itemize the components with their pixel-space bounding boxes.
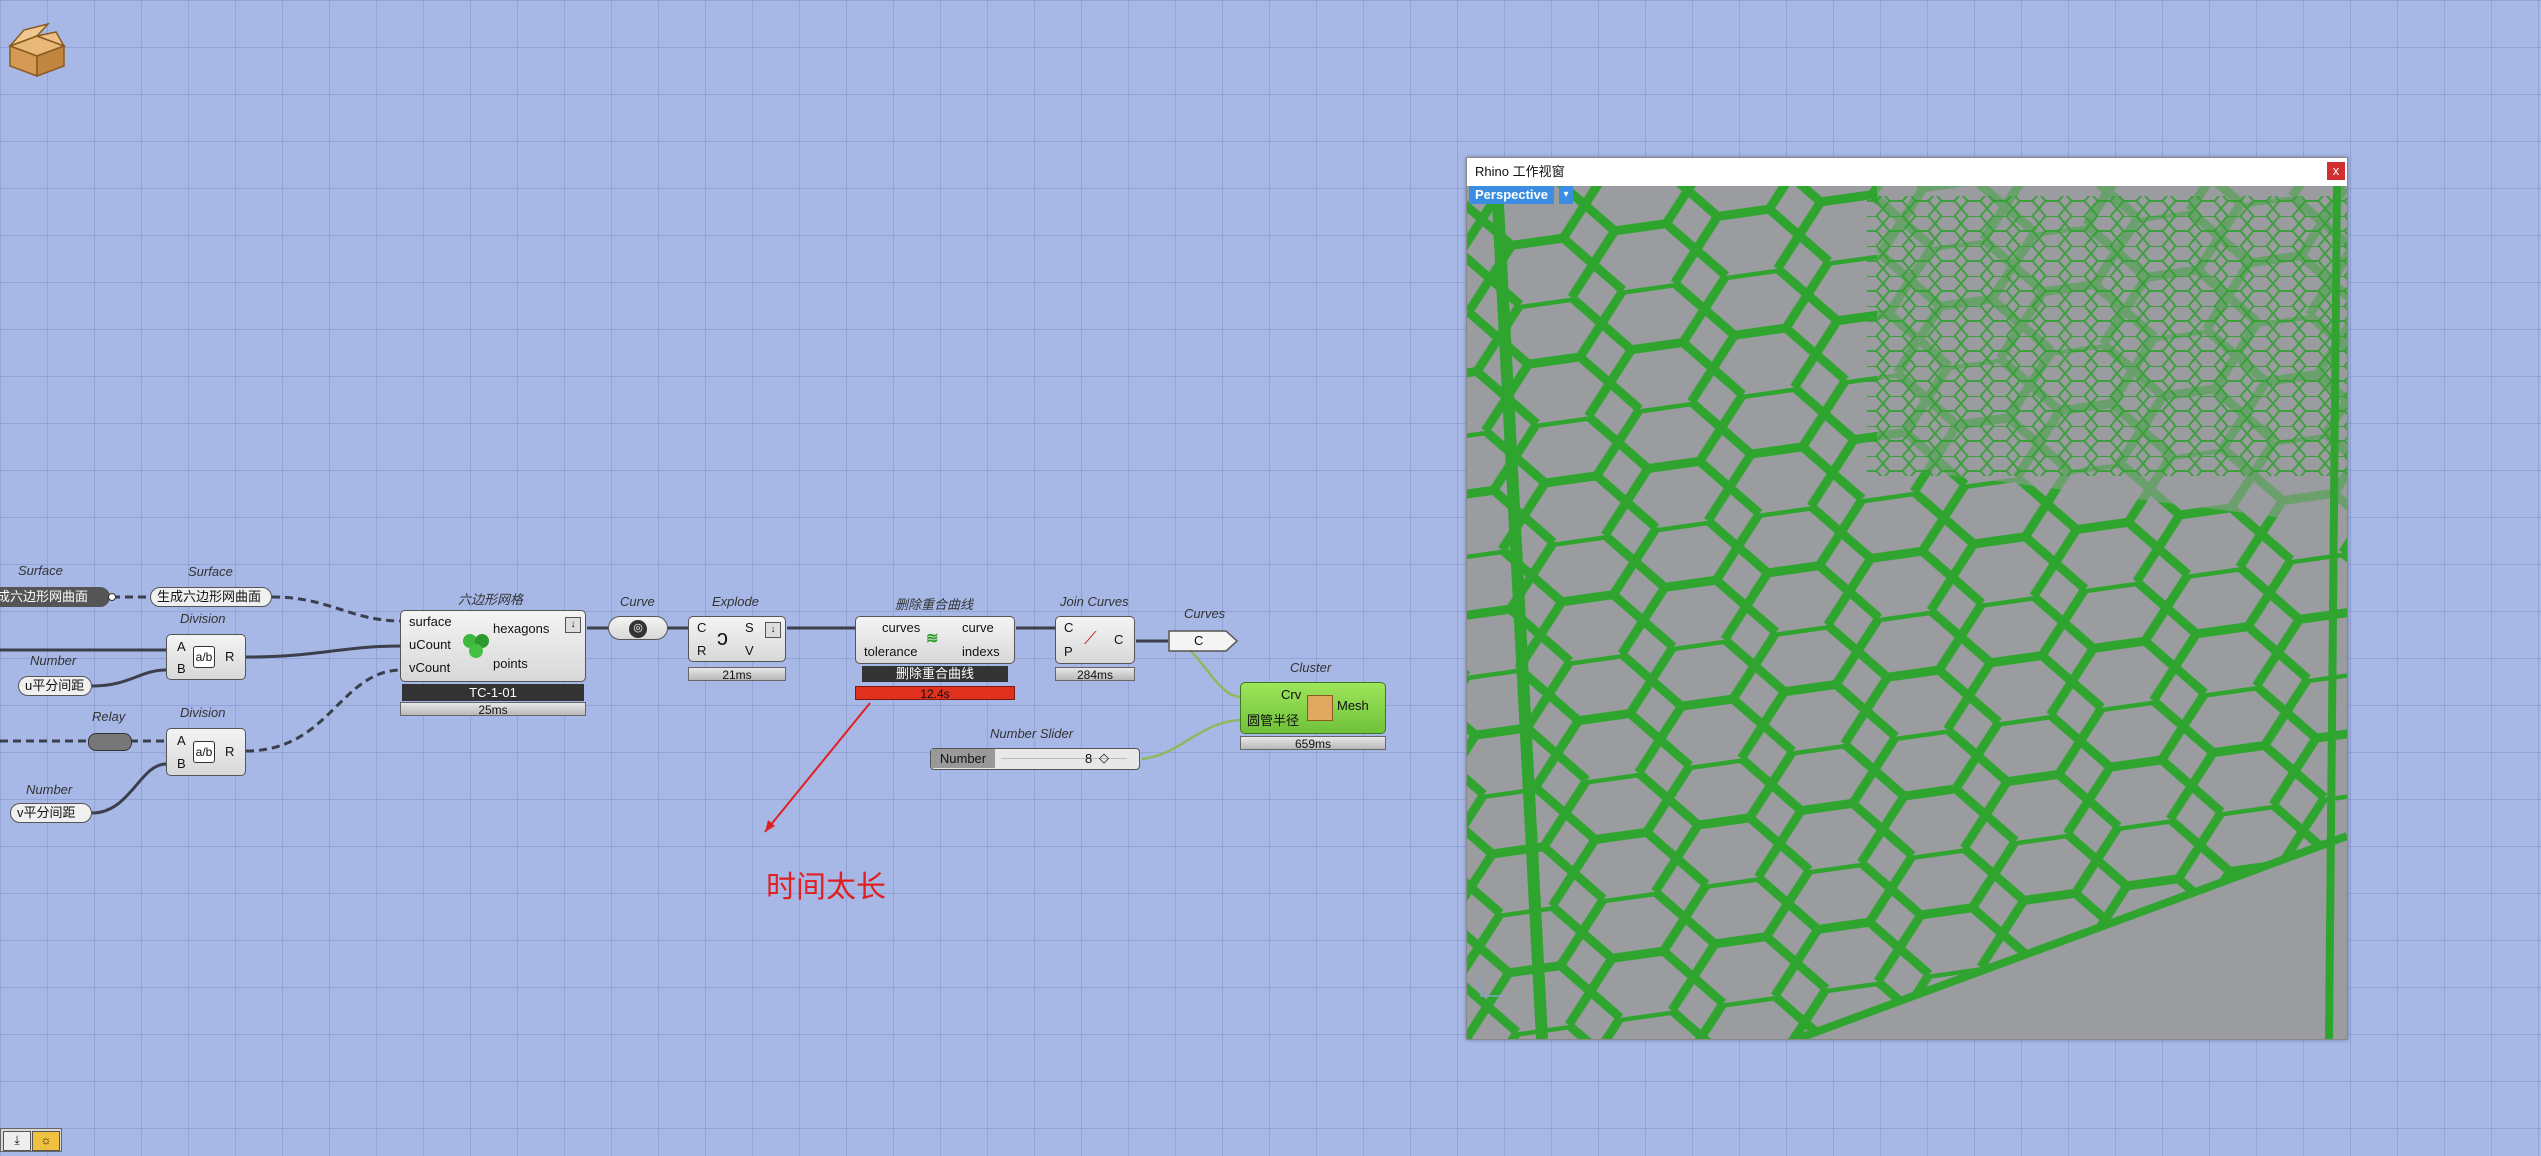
cardboard-box-icon[interactable]: [6, 22, 68, 78]
hexgrid-label: 六边形网格: [458, 592, 524, 607]
cardboard-box-icon: [1307, 695, 1333, 721]
hexgrid-input-surface[interactable]: surface: [409, 614, 452, 629]
division1-input-b[interactable]: B: [177, 661, 186, 676]
bottom-toolbar: ⤓ ☼: [0, 1128, 62, 1152]
divide-icon: a/b: [193, 741, 215, 763]
dedupe-input-tolerance[interactable]: tolerance: [864, 644, 917, 659]
relay-node[interactable]: [88, 733, 132, 751]
division2-component[interactable]: A B a/b R: [166, 728, 246, 776]
hexagon-mesh-render: [1467, 186, 2347, 1039]
explode-output-v[interactable]: V: [745, 643, 754, 658]
curves-param[interactable]: C: [1168, 630, 1239, 652]
chevron-down-icon[interactable]: ▾: [1559, 186, 1573, 204]
annotation-arrow: [764, 702, 871, 833]
division2-output-r[interactable]: R: [225, 744, 234, 759]
cluster-hex-icon: [461, 632, 491, 660]
curves-param-label: C: [1194, 633, 1204, 648]
expand-icon[interactable]: ↓: [565, 617, 581, 633]
hexgrid-tag: TC-1-01: [402, 684, 584, 701]
viewport-tab-perspective[interactable]: Perspective: [1469, 186, 1554, 204]
cluster-output-mesh[interactable]: Mesh: [1337, 698, 1369, 713]
wire-curves-to-cluster: [1187, 647, 1241, 699]
surface1-param[interactable]: 成六边形网曲面: [0, 587, 110, 607]
dedupe-icon: ≋: [926, 630, 939, 647]
hexgrid-time: 25ms: [400, 702, 586, 717]
wire-number1-to-division1: [91, 668, 167, 688]
number2-label: Number: [26, 782, 73, 797]
explode-output-s[interactable]: S: [745, 620, 754, 635]
surface2-label: Surface: [188, 564, 233, 579]
download-icon[interactable]: ⤓: [3, 1131, 31, 1151]
join-input-c[interactable]: C: [1064, 620, 1073, 635]
hexgrid-input-ucount[interactable]: uCount: [409, 637, 451, 652]
division2-input-a[interactable]: A: [177, 733, 186, 748]
join-time: 284ms: [1055, 667, 1135, 682]
rhino-window-title: Rhino 工作视窗: [1467, 158, 2347, 186]
division1-output-r[interactable]: R: [225, 649, 234, 664]
cluster-input-crv[interactable]: Crv: [1281, 687, 1301, 702]
explode-component[interactable]: C R ↄ S V ↓: [688, 616, 786, 662]
hexgrid-input-vcount[interactable]: vCount: [409, 660, 450, 675]
division2-label: Division: [180, 705, 226, 720]
wire-division1-to-hexgrid: [245, 644, 403, 659]
wire-number2-to-division2: [91, 762, 167, 815]
hexgrid-component[interactable]: surface uCount vCount hexagons points ↓: [400, 610, 586, 682]
explode-label: Explode: [712, 594, 759, 609]
dedupe-output-curve[interactable]: curve: [962, 620, 994, 635]
join-output-c[interactable]: C: [1114, 632, 1123, 647]
dedupe-time: 12.4s: [855, 686, 1015, 701]
slider-label: Number Slider: [990, 726, 1074, 741]
dedupe-label: 删除重合曲线: [895, 597, 974, 612]
division2-input-b[interactable]: B: [177, 756, 186, 771]
slider-grip-icon[interactable]: ◇: [1099, 750, 1109, 766]
number-slider[interactable]: Number 8 ◇: [930, 748, 1140, 770]
join-label: Join Curves: [1060, 594, 1129, 609]
wire-surface-to-hexgrid: [271, 595, 403, 623]
close-button[interactable]: x: [2327, 162, 2345, 180]
number1-param[interactable]: u平分间距: [18, 676, 92, 696]
division1-label: Division: [180, 611, 226, 626]
perspective-viewport[interactable]: Perspective ▾: [1467, 186, 2347, 1039]
surface1-label: Surface: [18, 563, 63, 578]
explode-input-c[interactable]: C: [697, 620, 706, 635]
cluster-label: Cluster: [1290, 660, 1332, 675]
curve-icon: ◎: [629, 620, 647, 638]
slider-value: 8: [1085, 751, 1093, 766]
dedupe-tag: 删除重合曲线: [862, 666, 1008, 682]
explode-icon: ↄ: [717, 625, 728, 650]
join-input-p[interactable]: P: [1064, 644, 1073, 659]
number2-param[interactable]: v平分间距: [10, 803, 92, 823]
cluster-component[interactable]: Crv 圆管半径 Mesh: [1240, 682, 1386, 734]
rhino-viewport-window[interactable]: Rhino 工作视窗 x Perspective ▾: [1466, 157, 2348, 1040]
explode-time: 21ms: [688, 667, 786, 682]
hexgrid-output-points[interactable]: points: [493, 656, 528, 671]
join-icon: ⟋: [1084, 628, 1097, 648]
curve-param[interactable]: ◎: [608, 616, 668, 640]
wire-slider-to-cluster: [1141, 718, 1241, 761]
join-component[interactable]: C P ⟋ C: [1055, 616, 1135, 664]
number1-label: Number: [30, 653, 77, 668]
surface1-output-pin[interactable]: [108, 593, 116, 601]
divide-icon: a/b: [193, 646, 215, 668]
cluster-input-radius[interactable]: 圆管半径: [1247, 710, 1299, 729]
curve-label: Curve: [620, 594, 655, 609]
cluster-time: 659ms: [1240, 736, 1386, 751]
dedupe-output-indexs[interactable]: indexs: [962, 644, 1000, 659]
dedupe-component[interactable]: curves tolerance ≋ curve indexs: [855, 616, 1015, 664]
curves-label: Curves: [1184, 606, 1226, 621]
annotation-text: 时间太长: [766, 870, 886, 905]
slider-name: Number: [931, 749, 995, 768]
wire-division2-to-hexgrid: [245, 668, 403, 753]
hexgrid-output-hexagons[interactable]: hexagons: [493, 621, 549, 636]
expand-icon[interactable]: ↓: [765, 622, 781, 638]
division1-input-a[interactable]: A: [177, 639, 186, 654]
dedupe-input-curves[interactable]: curves: [882, 620, 920, 635]
surface2-param[interactable]: 生成六边形网曲面: [150, 587, 272, 607]
explode-input-r[interactable]: R: [697, 643, 706, 658]
relay-label: Relay: [92, 709, 126, 724]
division1-component[interactable]: A B a/b R: [166, 634, 246, 680]
preview-icon[interactable]: ☼: [32, 1131, 60, 1151]
